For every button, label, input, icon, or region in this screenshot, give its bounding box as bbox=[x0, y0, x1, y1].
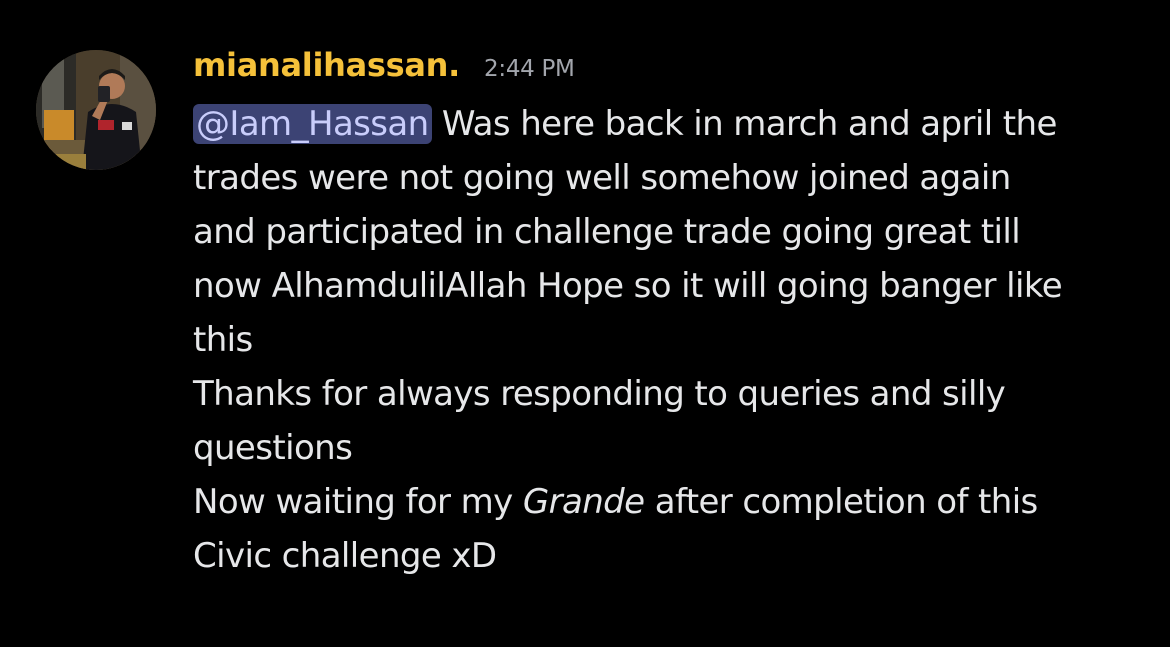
message-header: mianalihassan. 2:44 PM bbox=[193, 46, 575, 94]
message-line: Now waiting for my Grande after completi… bbox=[193, 475, 1153, 529]
message-line: questions bbox=[193, 428, 353, 468]
message-line: @Iam_Hassan Was here back in march and a… bbox=[193, 97, 1153, 151]
message-line: and participated in challenge trade goin… bbox=[193, 212, 1021, 252]
message-line: trades were not going well somehow joine… bbox=[193, 158, 1011, 198]
message-text: Was here back in march and april the bbox=[441, 104, 1058, 144]
message-text: after completion of this bbox=[654, 482, 1039, 522]
user-mention[interactable]: @Iam_Hassan bbox=[193, 104, 432, 144]
message-content: @Iam_Hassan Was here back in march and a… bbox=[193, 97, 1153, 583]
username[interactable]: mianalihassan. bbox=[193, 46, 460, 84]
message-line: Civic challenge xD bbox=[193, 536, 497, 576]
message-text: Now waiting for my bbox=[193, 482, 513, 522]
italic-text: Grande bbox=[522, 482, 645, 522]
chat-message: mianalihassan. 2:44 PM @Iam_Hassan Was h… bbox=[0, 0, 1170, 647]
message-line: now AlhamdulilAllah Hope so it will goin… bbox=[193, 266, 1063, 306]
avatar[interactable] bbox=[36, 50, 156, 170]
message-line: Thanks for always responding to queries … bbox=[193, 374, 1006, 414]
message-line: this bbox=[193, 320, 253, 360]
avatar-photo bbox=[36, 50, 156, 170]
timestamp[interactable]: 2:44 PM bbox=[484, 56, 575, 82]
